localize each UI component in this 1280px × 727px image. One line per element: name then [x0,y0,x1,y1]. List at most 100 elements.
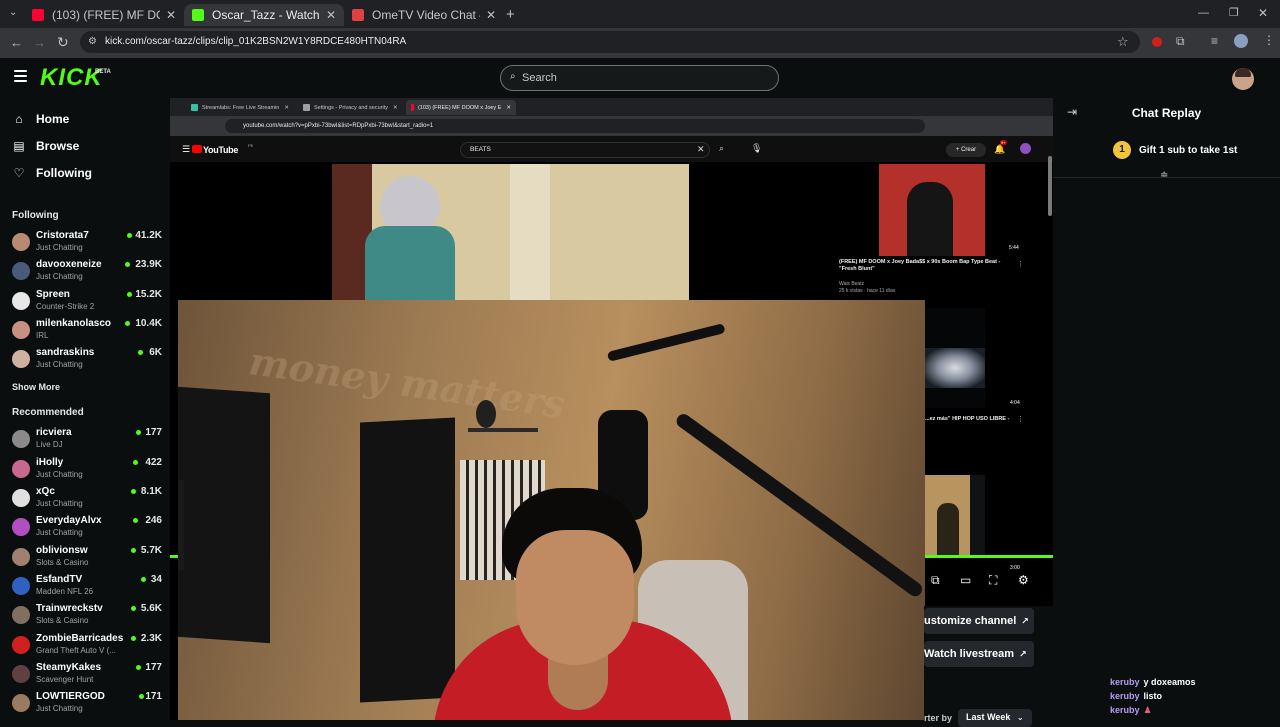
stream-tab-title: Settings - Privacy and security [314,104,388,111]
youtube-clear-icon: ✕ [697,144,705,154]
url-text[interactable]: kick.com/oscar-tazz/clips/clip_01K2BSN2W… [105,36,406,47]
bookmark-star-icon[interactable]: ☆ [1117,34,1129,50]
chat-username[interactable]: keruby [1110,705,1140,715]
reload-icon[interactable]: ↻ [57,34,69,51]
streamer-face [516,530,634,665]
stream-scrollbar-thumb [1048,156,1052,216]
recommended-thumbnail-3-edge [970,475,985,555]
show-more-link[interactable]: Show More [12,382,60,392]
browser-tab-ometv[interactable]: OmeTV Video Chat — Omegle ✕ [344,4,504,26]
following-channel-milenkanolasco[interactable]: milenkanolasco IRL 10.4K [12,318,162,344]
youtube-menu-icon: ☰ [182,144,191,154]
recommended-channel-esfandtv[interactable]: EsfandTV Madden NFL 26 34 [12,574,162,600]
chat-username[interactable]: keruby [1110,691,1140,701]
recommended-channel-everydayalvx[interactable]: EverydayAlvx Just Chatting 246 [12,515,162,541]
live-dot-icon [131,548,136,553]
close-tab-icon[interactable]: ✕ [326,8,336,22]
customize-channel-button[interactable]: ustomize channel ↗ [924,608,1034,634]
recommended-channel-trainwreckstv[interactable]: Trainwreckstv Slots & Casino 5.6K [12,603,162,629]
tab-search-chevron-icon[interactable]: ⌄ [9,7,17,18]
channel-name: xQc [36,486,55,497]
viewer-count: 171 [145,691,162,702]
cartoon-character-body [365,226,455,300]
avatar [12,233,30,251]
theater-mode-icon[interactable]: ▭ [960,573,971,587]
browser-tab-youtube[interactable]: (103) (FREE) MF DOOM x Joey B ✕ [24,4,184,26]
watch-livestream-button[interactable]: Watch livestream ↗ [924,641,1034,667]
reading-list-icon[interactable]: ≡ [1211,34,1218,48]
live-dot-icon [131,606,136,611]
nav-home[interactable]: ⌂ Home [12,112,69,126]
nav-label: Home [36,112,70,126]
home-icon: ⌂ [15,112,23,126]
avatar [12,350,30,368]
youtube-bell-icon: 🔔 [994,144,1006,154]
progress-bar-start[interactable] [170,555,178,558]
fullscreen-icon[interactable]: ⛶ [989,573,997,588]
forward-arrow-icon[interactable]: → [33,35,46,50]
close-tab-icon[interactable]: ✕ [486,8,496,22]
back-arrow-icon[interactable]: ← [10,35,23,50]
nav-following[interactable]: ♡ Following [12,166,92,180]
viewer-count: 8.1K [140,486,162,497]
tab-title: (103) (FREE) MF DOOM x Joey B [52,8,160,22]
chat-username[interactable]: keruby [1110,677,1140,687]
progress-bar-fill[interactable] [925,555,1053,558]
channel-name: SteamyKakes [36,662,102,673]
viewer-count: 41.2K [135,230,162,241]
recommended-channel-zombiebarricades[interactable]: ZombieBarricades Grand Theft Auto V (...… [12,633,162,659]
live-dot-icon [136,665,141,670]
following-header: Following [12,210,59,221]
following-channel-davooxeneize[interactable]: davooxeneize Just Chatting 23.9K [12,259,162,285]
extension-record-icon[interactable] [1152,37,1162,47]
settings-gear-icon[interactable]: ⚙ [1018,573,1029,587]
avatar [12,460,30,478]
site-info-icon[interactable]: ⚙ [88,36,97,47]
live-dot-icon [138,350,143,355]
chat-filter-icon[interactable]: ≑ [1160,170,1168,181]
channel-category: Just Chatting [36,360,83,369]
following-channel-sandraskins[interactable]: sandraskins Just Chatting 6K [12,347,162,373]
gift-sub-prompt[interactable]: Gift 1 sub to take 1st [1139,145,1237,156]
browser-menu-icon[interactable]: ⋮ [1263,33,1275,47]
kick-logo[interactable]: KICK [40,64,103,92]
viewer-count: 177 [145,662,162,673]
recommended-channel-ricviera[interactable]: ricviera Live DJ 177 [12,427,162,453]
close-window-icon[interactable]: ✕ [1258,6,1268,20]
following-channel-cristorata7[interactable]: Cristorata7 Just Chatting 41.2K [12,230,162,256]
chat-text: y doxeamos [1143,677,1196,687]
recommended-meta: 25 k vistas · hace 11 días [839,288,896,294]
recommended-channel-lowtiergod[interactable]: LOWTIERGOD Just Chatting 171 [12,691,162,717]
streamlabs-favicon-icon [191,104,198,111]
recommended-channel-steamykakes[interactable]: SteamyKakes Scavenger Hunt 177 [12,662,162,688]
profile-avatar-icon[interactable] [1234,34,1248,48]
new-tab-button[interactable]: + [506,6,515,23]
live-dot-icon [136,430,141,435]
pip-icon[interactable]: ⧉ [931,573,940,588]
recommended-channel-oblivionsw[interactable]: oblivionsw Slots & Casino 5.7K [12,545,162,571]
avatar [12,694,30,712]
live-dot-icon [141,577,146,582]
maximize-window-icon[interactable]: ❐ [1229,6,1239,19]
avatar [12,321,30,339]
following-channel-spreen[interactable]: Spreen Counter-Strike 2 15.2K [12,289,162,315]
video-player[interactable]: Streamlabs: Free Live Streamin ✕ Setting… [170,98,1053,720]
avatar [12,292,30,310]
close-tab-icon[interactable]: ✕ [166,8,176,22]
minimize-window-icon[interactable]: — [1198,7,1209,19]
recommended-channel-iholly[interactable]: iHolly Just Chatting 422 [12,457,162,483]
hamburger-menu-icon[interactable] [14,70,27,85]
browser-tab-kick[interactable]: Oscar_Tazz - Watch clips on Kick ✕ [184,4,344,26]
channel-name: ZombieBarricades [36,633,124,644]
user-avatar[interactable] [1232,68,1254,90]
viewer-count: 34 [150,574,162,585]
nav-browse[interactable]: ▤ Browse [12,139,79,153]
stream-tab-streamlabs: Streamlabs: Free Live Streamin ✕ [186,100,306,115]
live-dot-icon [133,518,138,523]
channel-name: EsfandTV [36,574,83,585]
recommended-channel-xqc[interactable]: xQc Just Chatting 8.1K [12,486,162,512]
channel-category: Scavenger Hunt [36,675,94,684]
extensions-puzzle-icon[interactable]: ⧉ [1176,34,1185,49]
avatar [12,577,30,595]
filter-dropdown[interactable]: Last Week ⌄ [958,709,1032,727]
